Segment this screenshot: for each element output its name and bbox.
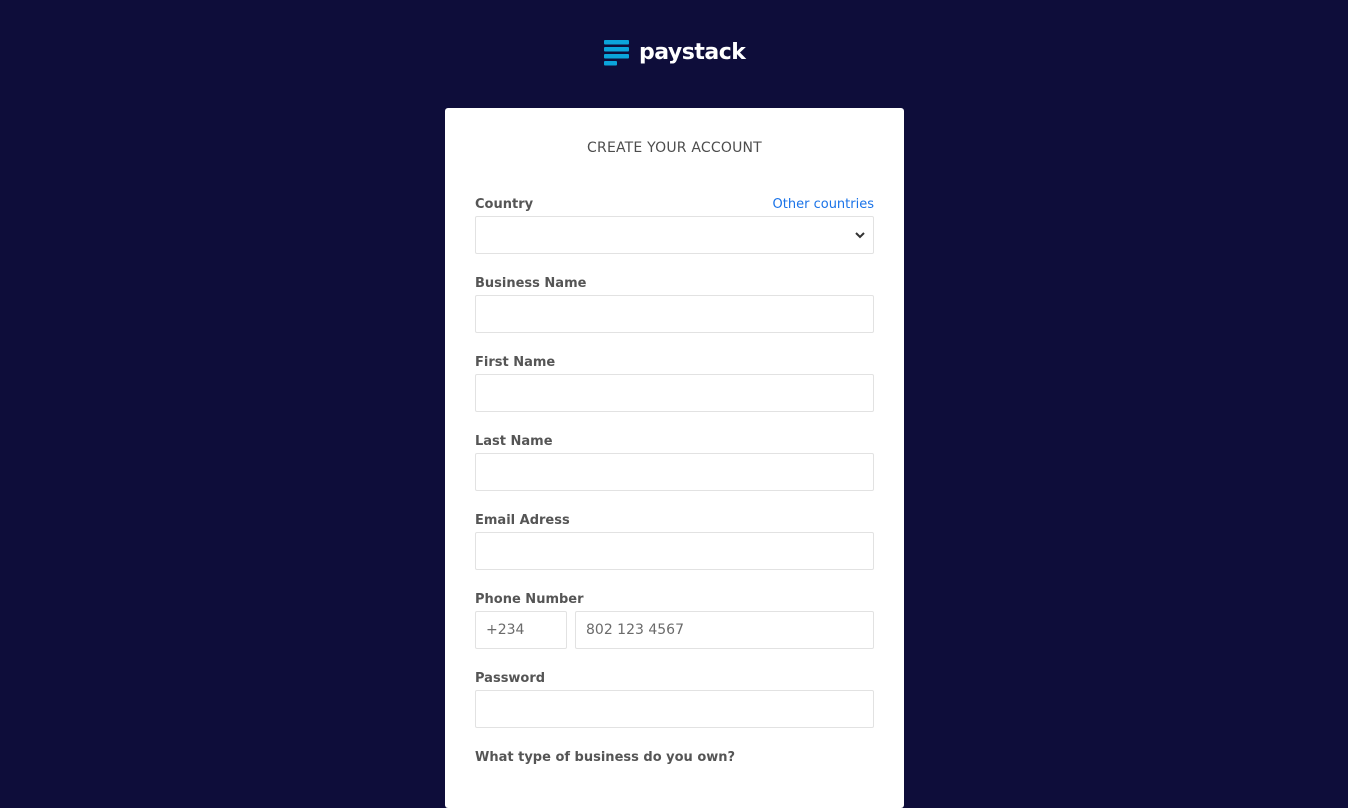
last-name-input[interactable] xyxy=(475,453,874,491)
phone-country-code[interactable]: +234 xyxy=(475,611,567,649)
phone-label: Phone Number xyxy=(475,592,584,607)
business-name-input[interactable] xyxy=(475,295,874,333)
email-input[interactable] xyxy=(475,532,874,570)
business-name-field: Business Name xyxy=(475,275,874,333)
first-name-label: First Name xyxy=(475,355,556,370)
phone-number-input[interactable] xyxy=(575,611,874,649)
email-label: Email Adress xyxy=(475,513,570,528)
country-label: Country xyxy=(475,197,534,212)
first-name-field: First Name xyxy=(475,354,874,412)
paystack-logo[interactable]: paystack xyxy=(604,38,746,68)
brand-name: paystack xyxy=(639,40,746,65)
country-select-wrapper xyxy=(475,216,874,254)
email-field: Email Adress xyxy=(475,512,874,570)
form-title: CREATE YOUR ACCOUNT xyxy=(587,140,762,156)
other-countries-link[interactable]: Other countries xyxy=(773,196,874,214)
password-field: Password xyxy=(475,670,874,728)
last-name-label: Last Name xyxy=(475,434,553,449)
phone-field: Phone Number +234 xyxy=(475,591,874,649)
business-type-label: What type of business do you own? xyxy=(475,750,736,765)
password-label: Password xyxy=(475,671,546,686)
first-name-input[interactable] xyxy=(475,374,874,412)
last-name-field: Last Name xyxy=(475,433,874,491)
country-field: Country Other countries xyxy=(475,196,874,254)
password-input[interactable] xyxy=(475,690,874,728)
paystack-logo-icon xyxy=(604,40,629,66)
chevron-down-icon xyxy=(855,232,865,239)
business-name-label: Business Name xyxy=(475,276,587,291)
country-select[interactable] xyxy=(475,216,874,254)
business-type-field: What type of business do you own? xyxy=(475,749,874,767)
signup-card: CREATE YOUR ACCOUNT Country Other countr… xyxy=(445,108,904,808)
